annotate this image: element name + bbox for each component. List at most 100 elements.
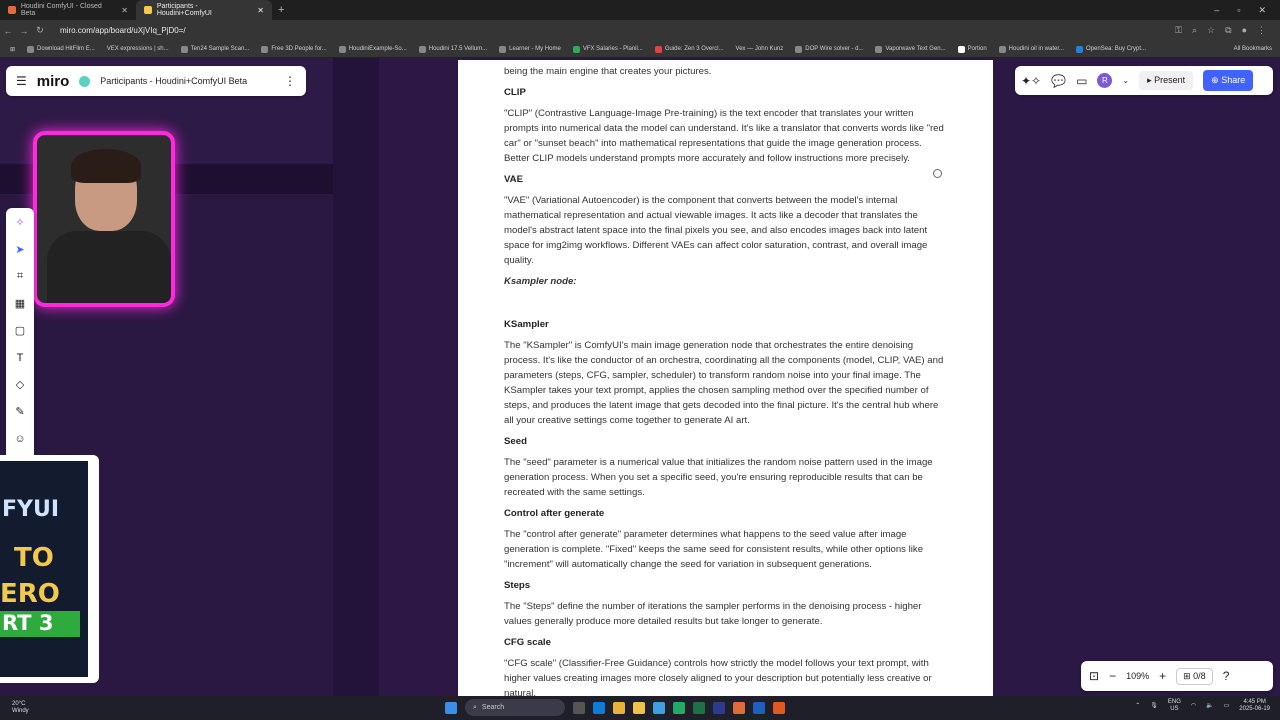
- wifi-icon[interactable]: ◠: [1191, 703, 1196, 710]
- bookmark[interactable]: VEX expressions | sh...: [107, 46, 169, 52]
- shapes-icon[interactable]: ◇: [11, 376, 29, 393]
- more-options-icon[interactable]: ⋮: [284, 74, 296, 88]
- back-icon[interactable]: ←: [0, 26, 16, 36]
- bookmark[interactable]: VFX Salaries - Planil...: [572, 45, 643, 53]
- edge-icon[interactable]: [593, 701, 605, 714]
- excel-icon[interactable]: [693, 701, 705, 714]
- miro-logo[interactable]: miro: [37, 73, 70, 90]
- thumbnail-card[interactable]: FYUI TO ERO RT 3: [0, 455, 99, 683]
- bookmark[interactable]: Vex — John Kunz: [736, 46, 784, 52]
- board-frame: [333, 58, 379, 696]
- taskbar: 20°C Windy ⌕ Search ⌃ 🎙 ENG US ◠ 🔈 ▭ 4:45…: [0, 696, 1280, 720]
- bookmark[interactable]: Vaporwave Text Gen...: [875, 45, 946, 53]
- clock[interactable]: 4:45 PM 2025-06-19: [1239, 699, 1270, 713]
- section-text: "VAE" (Variational Autoencoder) is the c…: [504, 195, 928, 266]
- bookmark[interactable]: Ten24 Sample Scan...: [180, 45, 249, 53]
- bookmark[interactable]: Guide: Zen 3 Overcl...: [654, 45, 724, 53]
- hamburger-menu-icon[interactable]: ☰: [16, 74, 27, 88]
- share-button[interactable]: ⊕ Share: [1203, 70, 1254, 91]
- close-icon[interactable]: ✕: [121, 6, 128, 15]
- app-icon[interactable]: [773, 701, 785, 714]
- battery-icon[interactable]: ▭: [1224, 703, 1230, 710]
- fit-to-screen-icon[interactable]: ⊡: [1089, 669, 1099, 683]
- menu-icon[interactable]: ⋮: [1257, 25, 1266, 36]
- bookmark[interactable]: OpenSea: Buy Crypt...: [1076, 45, 1146, 53]
- chevron-down-icon[interactable]: ⌄: [1122, 76, 1129, 85]
- select-icon[interactable]: ➤: [11, 241, 29, 258]
- mic-icon[interactable]: 🎙: [1150, 703, 1158, 710]
- task-view-icon[interactable]: [573, 701, 585, 714]
- url-field[interactable]: miro.com/app/board/uXjVIq_PjD0=/: [60, 26, 1175, 35]
- frame-icon[interactable]: ⌗: [11, 268, 29, 285]
- bookmark[interactable]: Free 3D People for...: [261, 45, 327, 53]
- star-icon[interactable]: ☆: [1207, 25, 1215, 36]
- app-icon[interactable]: [713, 701, 725, 714]
- bookmark[interactable]: Houdini 17.5 Vellum...: [418, 45, 487, 53]
- board-icon: [79, 75, 91, 87]
- tab-houdini-comfyui[interactable]: Houdini ComfyUI - Closed Beta ✕: [0, 0, 136, 20]
- bookmark[interactable]: Houdini oil in water...: [998, 45, 1064, 53]
- all-bookmarks[interactable]: All Bookmarks: [1234, 46, 1280, 52]
- app-icon[interactable]: [673, 701, 685, 714]
- taskbar-search[interactable]: ⌕ Search: [465, 699, 565, 716]
- avatar[interactable]: R: [1097, 73, 1113, 88]
- zoom-level[interactable]: 109%: [1126, 671, 1149, 681]
- video-call-icon[interactable]: ▭: [1076, 74, 1087, 88]
- bookmark[interactable]: Portion: [957, 45, 987, 53]
- tab-favicon: [144, 6, 152, 14]
- apps-icon[interactable]: ⊞: [10, 46, 15, 53]
- section-heading: Seed: [504, 436, 527, 447]
- maximize-icon[interactable]: ▫: [1237, 5, 1240, 16]
- board-title[interactable]: Participants - Houdini+ComfyUI Beta: [100, 76, 247, 86]
- bookmark[interactable]: Download HitFilm E...: [27, 45, 95, 53]
- tab-participants[interactable]: Participants - Houdini+ComfyUI ✕: [136, 0, 272, 20]
- close-icon[interactable]: ✕: [257, 6, 264, 15]
- help-icon[interactable]: ?: [1223, 669, 1230, 683]
- profile-icon[interactable]: ●: [1242, 25, 1247, 36]
- pages-counter[interactable]: ⊞ 0/8: [1176, 667, 1213, 685]
- close-window-icon[interactable]: ✕: [1258, 5, 1266, 16]
- minimize-icon[interactable]: –: [1214, 5, 1219, 16]
- section-heading: Control after generate: [504, 508, 605, 519]
- bookmark[interactable]: DOP Wire solver - d...: [795, 45, 863, 53]
- reload-icon[interactable]: ↻: [32, 25, 48, 36]
- photos-icon[interactable]: [653, 701, 665, 714]
- board-frame: [993, 58, 1280, 696]
- stickers-icon[interactable]: ☺: [11, 430, 29, 447]
- zoom-out-icon[interactable]: −: [1109, 669, 1116, 683]
- folder-icon[interactable]: [633, 701, 645, 714]
- zoom-in-icon[interactable]: +: [1159, 669, 1166, 683]
- comments-icon[interactable]: 💬: [1051, 74, 1066, 88]
- new-tab-icon[interactable]: +: [278, 4, 284, 16]
- chrome-icon[interactable]: [613, 701, 625, 714]
- present-button[interactable]: ▸ Present: [1139, 71, 1194, 90]
- volume-icon[interactable]: 🔈: [1206, 703, 1213, 710]
- weather-widget[interactable]: 20°C Windy: [0, 701, 29, 715]
- templates-icon[interactable]: ▦: [11, 295, 29, 312]
- loading-cursor-icon: [933, 169, 942, 178]
- taskbar-apps: ⌕ Search: [445, 699, 785, 716]
- section-text: The "seed" parameter is a numerical valu…: [504, 457, 933, 498]
- pen-icon[interactable]: ✎: [11, 403, 29, 420]
- board-header: ☰ miro Participants - Houdini+ComfyUI Be…: [6, 66, 306, 96]
- webcam-overlay: [33, 131, 175, 307]
- app-icon[interactable]: [753, 701, 765, 714]
- houdini-icon[interactable]: [733, 701, 745, 714]
- zoom-icon[interactable]: ⌕: [1192, 25, 1197, 36]
- zoom-controls: ⊡ − 109% + ⊞ 0/8 ?: [1081, 661, 1273, 691]
- ai-sparkle-icon[interactable]: ✧: [11, 214, 29, 231]
- bookmark[interactable]: HoudiniExample-So...: [338, 45, 407, 53]
- key-icon[interactable]: ⚿: [1175, 25, 1182, 36]
- chevron-up-icon[interactable]: ⌃: [1135, 703, 1140, 710]
- text-icon[interactable]: T: [11, 349, 29, 366]
- start-icon[interactable]: [445, 701, 457, 714]
- reactions-icon[interactable]: ✦✧: [1021, 74, 1041, 88]
- document-card[interactable]: being the main engine that creates your …: [458, 60, 993, 696]
- bookmark[interactable]: Learner - My Home: [499, 45, 561, 53]
- section-text: The "Steps" define the number of iterati…: [504, 601, 922, 627]
- sticky-note-icon[interactable]: ▢: [11, 322, 29, 339]
- section-heading: VAE: [504, 174, 524, 185]
- section-heading: CFG scale: [504, 637, 551, 648]
- forward-icon[interactable]: →: [16, 26, 32, 36]
- extensions-icon[interactable]: ⧉: [1225, 25, 1231, 36]
